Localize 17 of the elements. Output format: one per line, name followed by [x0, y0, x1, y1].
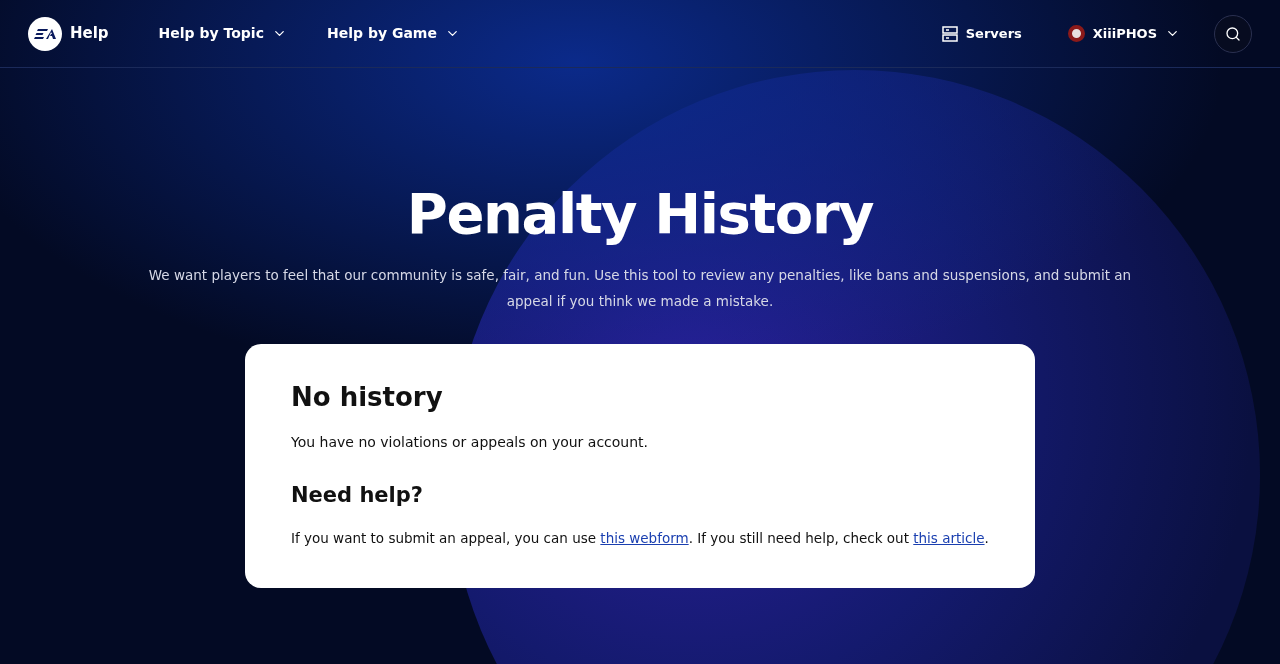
intro-text: We want players to feel that our community is safe, fair, and fun. Use this tool to review any penalties, like bans and suspensions, and submit an appeal if you think we made a mistake. [147, 266, 1133, 311]
logo-icon[interactable] [28, 16, 62, 51]
search-icon [1225, 25, 1241, 42]
card-heading: No history [291, 384, 444, 410]
nav-menu[interactable]: Help by Topic [158, 23, 287, 44]
brand-label[interactable]: Help [70, 22, 109, 45]
server-icon [941, 25, 958, 42]
help-link[interactable]: this article [913, 530, 985, 546]
status-text: You have no violations or appeals on your account. [291, 433, 650, 452]
user-menu[interactable]: XiiiPHOS [1067, 23, 1180, 44]
help-heading: Need help? [291, 485, 424, 506]
avatar-icon [1067, 25, 1085, 42]
nav-menu[interactable]: Help by Game [326, 23, 460, 44]
servers-link[interactable]: Servers [941, 23, 1022, 44]
help-text: If you want to submit an appeal, you can use this webform. If you still need help, check out this article. [291, 529, 989, 548]
search-button[interactable] [1214, 14, 1252, 53]
help-link[interactable]: this webform [600, 530, 689, 546]
